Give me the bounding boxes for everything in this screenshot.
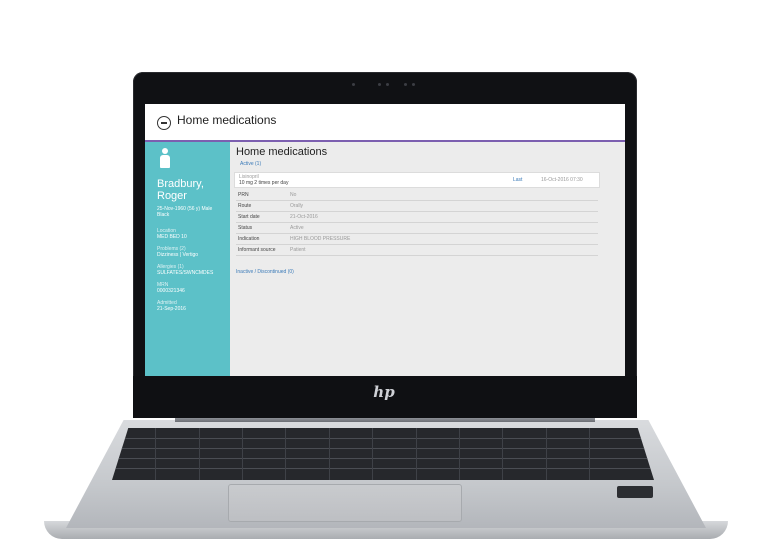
patient-ethnicity: Black — [157, 212, 170, 218]
person-icon — [159, 148, 171, 168]
webcam-strip — [330, 82, 440, 88]
admitted-value: 21-Sep-2016 — [157, 306, 186, 312]
last-value: 16-Oct-2016 07:30 — [541, 177, 583, 183]
detail-value: Active — [290, 225, 304, 231]
detail-value: 21-Oct-2016 — [290, 214, 318, 220]
detail-key: Indication — [238, 236, 260, 242]
detail-key: Informant source — [238, 247, 276, 253]
tab-active[interactable]: Active (1) — [240, 161, 261, 167]
hp-logo: hp — [373, 383, 395, 401]
detail-row-informant: Informant source Patient — [236, 245, 598, 256]
detail-value: Patient — [290, 247, 306, 253]
detail-row-prn: PRN No — [236, 190, 598, 201]
drug-dose: 10 mg 2 times per day — [239, 180, 289, 186]
fingerprint-reader — [617, 486, 653, 498]
patient-sidebar: Bradbury, Roger 25-Nov-1960 (56 y) Male … — [145, 142, 230, 376]
detail-key: Route — [238, 203, 252, 209]
trackpad — [228, 484, 462, 522]
detail-key: Start date — [238, 214, 260, 220]
detail-key: Status — [238, 225, 253, 231]
main-content: Home medications Active (1) Lisinopril 1… — [230, 142, 625, 376]
detail-value: HIGH BLOOD PRESSURE — [290, 236, 351, 242]
detail-row-status: Status Active — [236, 223, 598, 234]
inactive-discontinued-link[interactable]: Inactive / Discontinued (0) — [236, 269, 294, 275]
problems-value: Dizziness | Vertigo — [157, 252, 199, 258]
detail-key: PRN — [238, 192, 249, 198]
app-screen: Home medications Bradbury, Roger 25-Nov-… — [145, 104, 625, 376]
app-header: Home medications — [145, 104, 625, 142]
last-label: Last — [513, 177, 523, 183]
allergies-value: SULFATES/SWNCMDES — [157, 270, 214, 276]
section-title: Home medications — [236, 146, 328, 158]
detail-row-indication: Indication HIGH BLOOD PRESSURE — [236, 234, 598, 245]
back-button[interactable] — [157, 116, 171, 130]
page-title: Home medications — [177, 113, 277, 127]
patient-first-name: Roger — [157, 190, 187, 202]
detail-row-route: Route Orally — [236, 201, 598, 212]
medication-summary-row[interactable]: Lisinopril 10 mg 2 times per day Last 16… — [234, 172, 600, 188]
detail-value: Orally — [290, 203, 304, 209]
detail-value: No — [290, 192, 297, 198]
mrn-value: 0000321346 — [157, 288, 185, 294]
location-value: MED BED 10 — [157, 234, 187, 240]
patient-last-name: Bradbury, — [157, 178, 204, 190]
keyboard — [112, 428, 654, 480]
detail-row-start-date: Start date 21-Oct-2016 — [236, 212, 598, 223]
